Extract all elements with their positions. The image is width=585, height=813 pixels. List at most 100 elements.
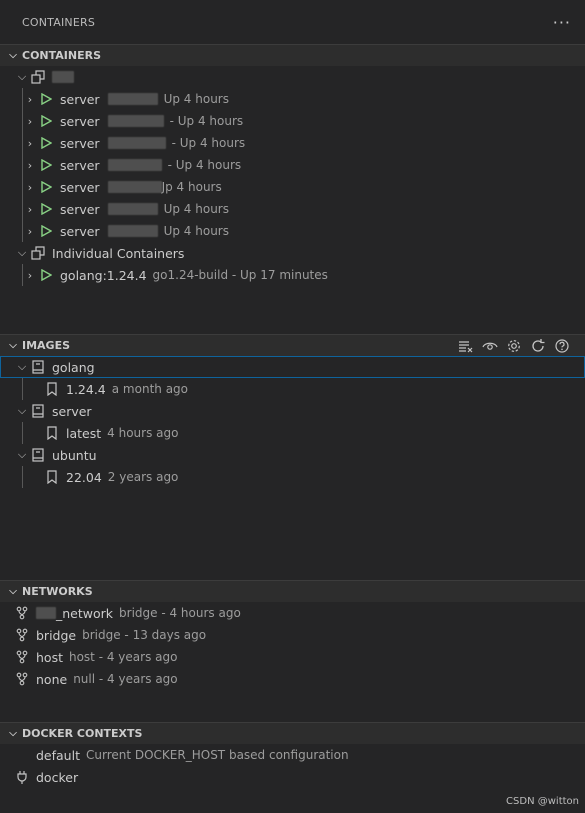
eye-icon[interactable] <box>481 337 499 355</box>
network-branch-icon <box>14 605 30 621</box>
container-name: golang:1.24.4 <box>60 267 147 283</box>
container-name: server <box>60 91 100 107</box>
container-name: server <box>60 223 100 239</box>
context-item[interactable]: default Current DOCKER_HOST based config… <box>0 744 585 766</box>
view-title: CONTAINERS <box>22 15 96 29</box>
context-name: default <box>36 747 80 763</box>
chevron-right-icon: › <box>27 268 33 282</box>
container-group-compose[interactable]: ⌵ <box>0 66 585 88</box>
container-item[interactable]: › golang:1.24.4 go1.24-build - Up 17 min… <box>0 264 585 286</box>
network-detail: host - 4 years ago <box>68 650 178 664</box>
chevron-right-icon: › <box>27 92 33 106</box>
chevron-right-icon: › <box>27 224 33 238</box>
chevron-down-icon: ⌵ <box>17 448 27 461</box>
image-repo-icon <box>30 359 46 375</box>
container-item[interactable]: › server Up 4 hours <box>0 88 585 110</box>
container-group-label: Individual Containers <box>52 245 185 261</box>
container-group-individual[interactable]: ⌵ Individual Containers <box>0 242 585 264</box>
container-item[interactable]: › server Jp 4 hours <box>0 176 585 198</box>
chevron-right-icon: › <box>27 180 33 194</box>
image-age: 4 hours ago <box>107 426 179 440</box>
image-tag: latest <box>66 425 102 441</box>
compose-group-icon <box>30 245 46 261</box>
refresh-icon[interactable] <box>529 337 547 355</box>
prune-images-icon[interactable] <box>457 337 475 355</box>
image-repo-ubuntu[interactable]: ⌵ ubuntu <box>0 444 585 466</box>
chevron-right-icon: › <box>27 114 33 128</box>
images-toolbar <box>457 335 571 357</box>
chevron-down-icon: ⌵ <box>9 586 17 597</box>
chevron-down-icon: ⌵ <box>9 340 17 351</box>
container-item[interactable]: › server Up 4 hours <box>0 198 585 220</box>
contexts-section-header[interactable]: ⌵ DOCKER CONTEXTS <box>0 722 585 744</box>
container-item[interactable]: › server - Up 4 hours <box>0 154 585 176</box>
images-tree: ⌵ golang 1.24.4 a month ago ⌵ server lat… <box>0 356 585 580</box>
redacted-text <box>107 225 158 237</box>
chevron-down-icon: ⌵ <box>9 50 17 61</box>
container-status: - Up 4 hours <box>167 158 242 172</box>
redacted-text <box>107 181 162 193</box>
bookmark-icon <box>44 469 60 485</box>
network-detail: null - 4 years ago <box>73 672 178 686</box>
network-item[interactable]: none null - 4 years ago <box>0 668 585 690</box>
redacted-text <box>107 203 158 215</box>
context-name: docker <box>36 769 79 785</box>
gear-icon[interactable] <box>505 337 523 355</box>
help-icon[interactable] <box>553 337 571 355</box>
image-tag-item[interactable]: 22.04 2 years ago <box>0 466 585 488</box>
container-name: server <box>60 113 100 129</box>
context-item[interactable]: docker <box>0 766 585 788</box>
containers-section-header[interactable]: ⌵ CONTAINERS <box>0 44 585 66</box>
image-tag-item[interactable]: latest 4 hours ago <box>0 422 585 444</box>
container-item[interactable]: › server Up 4 hours <box>0 220 585 242</box>
networks-section-header[interactable]: ⌵ NETWORKS <box>0 580 585 602</box>
bookmark-icon <box>44 381 60 397</box>
container-item[interactable]: › server - Up 4 hours <box>0 132 585 154</box>
network-item[interactable]: _network bridge - 4 hours ago <box>0 602 585 624</box>
running-play-icon <box>38 179 54 195</box>
networks-list: _network bridge - 4 hours ago bridge bri… <box>0 602 585 722</box>
image-repo-server[interactable]: ⌵ server <box>0 400 585 422</box>
image-repo-icon <box>30 403 46 419</box>
context-detail: Current DOCKER_HOST based configuration <box>85 748 349 762</box>
image-tag: 22.04 <box>66 469 102 485</box>
running-play-icon <box>38 157 54 173</box>
container-status: - Up 4 hours <box>169 114 244 128</box>
images-section-title: IMAGES <box>22 339 71 352</box>
chevron-right-icon: › <box>27 202 33 216</box>
image-tag: 1.24.4 <box>66 381 106 397</box>
more-actions-icon[interactable]: ··· <box>553 13 571 32</box>
running-play-icon <box>38 113 54 129</box>
image-repo-name: ubuntu <box>52 447 97 463</box>
container-name: server <box>60 135 100 151</box>
network-item[interactable]: bridge bridge - 13 days ago <box>0 624 585 646</box>
running-play-icon <box>38 135 54 151</box>
images-section-header[interactable]: ⌵ IMAGES <box>0 334 585 356</box>
chevron-right-icon: › <box>27 136 33 150</box>
image-repo-icon <box>30 447 46 463</box>
bookmark-icon <box>44 425 60 441</box>
running-play-icon <box>38 223 54 239</box>
running-play-icon <box>38 201 54 217</box>
network-name: host <box>36 649 63 665</box>
redacted-text <box>52 71 74 83</box>
network-branch-icon <box>14 627 30 643</box>
network-name: none <box>36 671 68 687</box>
chevron-down-icon: ⌵ <box>17 360 27 373</box>
container-status: Up 4 hours <box>163 202 229 216</box>
container-status: Jp 4 hours <box>161 180 222 194</box>
network-branch-icon <box>14 671 30 687</box>
image-repo-name: golang <box>52 359 95 375</box>
image-repo-golang[interactable]: ⌵ golang <box>0 356 585 378</box>
image-age: a month ago <box>111 382 189 396</box>
chevron-down-icon: ⌵ <box>17 404 27 417</box>
network-branch-icon <box>14 649 30 665</box>
running-play-icon <box>38 267 54 283</box>
chevron-right-icon: › <box>27 158 33 172</box>
network-item[interactable]: host host - 4 years ago <box>0 646 585 668</box>
image-tag-item[interactable]: 1.24.4 a month ago <box>0 378 585 400</box>
containers-section-title: CONTAINERS <box>22 49 101 62</box>
container-item[interactable]: › server - Up 4 hours <box>0 110 585 132</box>
network-detail: bridge - 4 hours ago <box>119 606 241 620</box>
redacted-text <box>107 115 164 127</box>
